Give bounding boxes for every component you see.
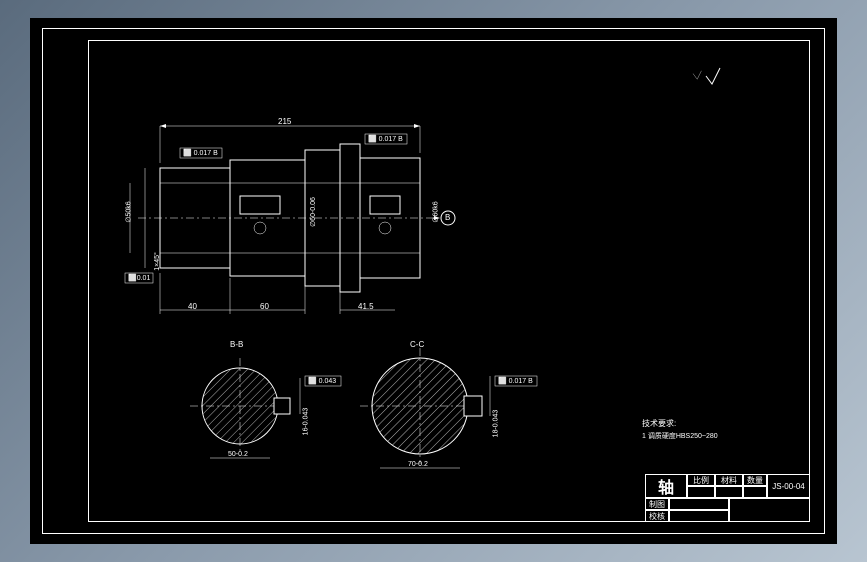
- col-material: 材料: [715, 474, 743, 486]
- cad-canvas: 215 40 60 41.5 ⬜ 0.017 B ⬜ 0.017 B ∅50k6…: [30, 18, 837, 544]
- dim-60: 60: [260, 302, 269, 311]
- dia-mid: ∅60-0.06: [309, 197, 317, 227]
- drawing-no: JS-00-04: [767, 474, 810, 498]
- dim-215: 215: [278, 117, 291, 126]
- label-draw: 制图: [645, 498, 669, 510]
- tech-req-title: 技术要求:: [642, 418, 676, 429]
- label-check: 校核: [645, 510, 669, 522]
- gdtol-a: ⬜ 0.017 B: [183, 149, 218, 157]
- main-view: [138, 144, 455, 292]
- part-name: 轴: [658, 474, 674, 498]
- sec-b-h: 16-0.043: [302, 408, 309, 436]
- sec-b-tol: ⬜ 0.043: [308, 377, 336, 385]
- sec-b-w: 50-0.2: [228, 451, 248, 458]
- sec-c-h: 18-0.043: [492, 410, 499, 438]
- dim-415: 41.5: [358, 302, 374, 311]
- col-qty: 数量: [743, 474, 767, 486]
- sec-c-w: 70-0.2: [408, 461, 428, 468]
- sec-c-tol: ⬜ 0.017 B: [498, 377, 533, 385]
- section-b: [190, 358, 341, 458]
- col-scale: 比例: [687, 474, 715, 486]
- chamfer: 1×45°: [154, 252, 161, 271]
- dia-left: ∅50k6: [125, 201, 133, 222]
- tech-req-1: 1 调质硬度HBS250~280: [642, 431, 718, 441]
- datum-b: B: [445, 213, 450, 222]
- gdtol-left: ⬜0.01: [128, 274, 150, 282]
- dia-right: ∅60k6: [432, 201, 440, 222]
- top-dimension: [160, 124, 420, 163]
- cad-drawing: [30, 18, 837, 544]
- surface-finish-symbol: [693, 68, 720, 84]
- title-block: 轴 比例 材料 数量 JS-00-04 制图 校核: [645, 474, 810, 522]
- gdtol-b: ⬜ 0.017 B: [368, 135, 403, 143]
- section-c: [360, 348, 537, 468]
- dim-40: 40: [188, 302, 197, 311]
- section-c-label: C-C: [410, 340, 424, 349]
- section-b-label: B-B: [230, 340, 243, 349]
